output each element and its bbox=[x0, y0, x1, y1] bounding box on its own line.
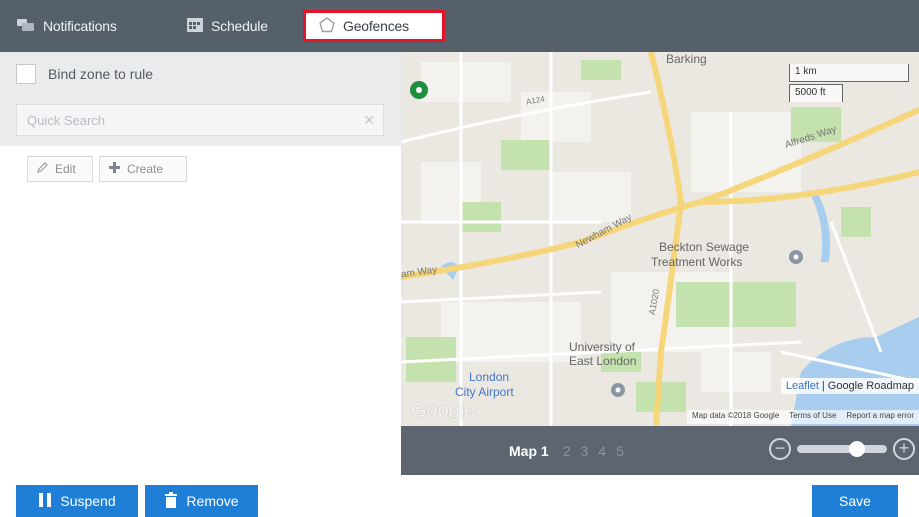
bind-zone-row: Bind zone to rule bbox=[16, 64, 153, 84]
map-label-beckton-2: Treatment Works bbox=[651, 255, 743, 269]
map-data-text: Map data ©2018 Google bbox=[691, 411, 780, 420]
save-button[interactable]: Save bbox=[812, 485, 898, 517]
pause-icon bbox=[38, 492, 52, 511]
remove-label: Remove bbox=[186, 493, 239, 509]
geofence-actions: Edit Create bbox=[27, 156, 187, 182]
map-label-city-airport: City Airport bbox=[455, 385, 514, 399]
leaflet-link[interactable]: Leaflet bbox=[786, 380, 819, 392]
zoom-slider-knob[interactable] bbox=[849, 441, 865, 457]
map-label-university: University of bbox=[569, 340, 636, 354]
create-label: Create bbox=[127, 162, 164, 176]
remove-button[interactable]: Remove bbox=[145, 485, 258, 517]
map-page-1[interactable]: Map 1 bbox=[509, 443, 549, 459]
zoom-out-icon[interactable]: − bbox=[769, 438, 791, 460]
geofence-map[interactable]: Barking A124 Alfreds Way Newham Way am W… bbox=[401, 52, 919, 426]
bottom-action-bar: Suspend Remove Save bbox=[0, 475, 919, 517]
create-button[interactable]: Create bbox=[99, 156, 187, 182]
zoom-in-icon[interactable]: + bbox=[893, 438, 915, 460]
map-page-5[interactable]: 5 bbox=[616, 443, 624, 459]
quick-search-input[interactable]: Quick Search ✕ bbox=[16, 104, 384, 136]
suspend-button[interactable]: Suspend bbox=[16, 485, 138, 517]
map-pager: Map 1 2345 bbox=[509, 443, 624, 459]
clear-search-icon[interactable]: ✕ bbox=[363, 112, 375, 129]
zoom-slider[interactable] bbox=[797, 441, 887, 457]
notifications-icon bbox=[16, 17, 36, 36]
map-page-4[interactable]: 4 bbox=[598, 443, 606, 459]
plus-icon bbox=[108, 161, 121, 177]
trash-icon bbox=[164, 491, 178, 511]
map-label-university-2: East London bbox=[569, 354, 637, 368]
google-logo: Google bbox=[411, 400, 476, 422]
quick-search-placeholder: Quick Search bbox=[27, 112, 106, 128]
terms-link[interactable]: Terms of Use bbox=[789, 411, 836, 423]
save-label: Save bbox=[839, 493, 871, 509]
tab-schedule-label: Schedule bbox=[211, 18, 268, 34]
scale-ft: 5000 ft bbox=[789, 84, 843, 102]
google-roadmap-label: Google Roadmap bbox=[827, 380, 914, 392]
top-tab-bar: Notifications Schedule Geofences bbox=[0, 0, 919, 52]
report-link[interactable]: Report a map error bbox=[846, 411, 914, 423]
geofences-screen: Notifications Schedule Geofences Bind zo… bbox=[0, 0, 919, 517]
green-location-pin bbox=[410, 81, 428, 99]
suspend-label: Suspend bbox=[60, 493, 116, 509]
tab-geofences[interactable]: Geofences bbox=[303, 10, 445, 42]
map-scale: 1 km 5000 ft bbox=[789, 62, 909, 104]
map-label-barking: Barking bbox=[666, 52, 707, 66]
map-footer: Map 1 2345 − + bbox=[401, 426, 919, 475]
tab-notifications[interactable]: Notifications bbox=[16, 10, 117, 42]
scale-km: 1 km bbox=[789, 64, 909, 82]
tab-notifications-label: Notifications bbox=[43, 18, 117, 34]
map-attribution: Leaflet | Google Roadmap bbox=[780, 378, 919, 394]
map-label-london: London bbox=[469, 370, 510, 384]
bind-zone-label: Bind zone to rule bbox=[48, 66, 154, 82]
pencil-icon bbox=[36, 161, 49, 177]
map-terms-bar: Map data ©2018 Google Terms of Use Repor… bbox=[686, 410, 919, 424]
map-page-3[interactable]: 3 bbox=[580, 443, 588, 459]
edit-label: Edit bbox=[55, 162, 76, 176]
panel-header: Bind zone to rule Quick Search ✕ bbox=[0, 52, 401, 146]
map-label-beckton: Beckton Sewage bbox=[659, 240, 750, 254]
zoom-control: − + bbox=[769, 438, 915, 460]
tab-geofences-label: Geofences bbox=[343, 18, 409, 34]
map-page-2[interactable]: 2 bbox=[563, 443, 571, 459]
geofence-list-panel: Bind zone to rule Quick Search ✕ Edit Cr… bbox=[0, 52, 401, 475]
calendar-icon bbox=[186, 17, 204, 36]
pentagon-icon bbox=[318, 16, 336, 37]
bind-zone-checkbox[interactable] bbox=[16, 64, 36, 84]
tab-schedule[interactable]: Schedule bbox=[186, 10, 268, 42]
edit-button[interactable]: Edit bbox=[27, 156, 93, 182]
